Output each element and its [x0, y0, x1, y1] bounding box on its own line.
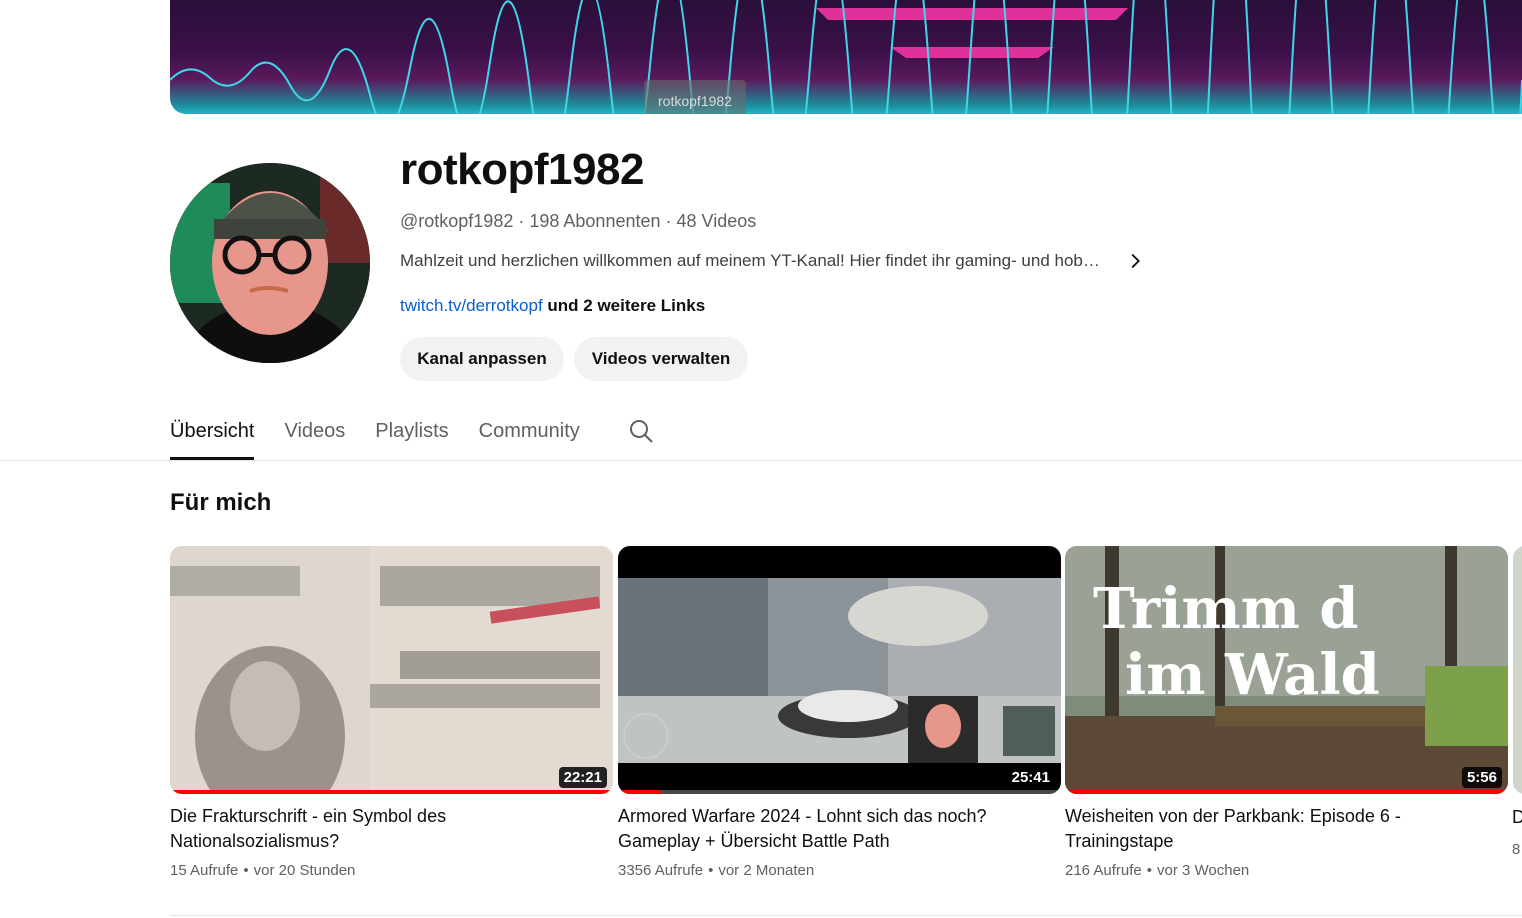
- video-thumbnail[interactable]: 22:21: [170, 546, 613, 794]
- video-views: 15 Aufrufe: [170, 862, 239, 879]
- channel-links: twitch.tv/derrotkopf und 2 weitere Links: [400, 296, 705, 316]
- tabs-divider: [0, 460, 1522, 461]
- section-title: Für mich: [170, 489, 272, 516]
- meta-dot: •: [1146, 862, 1152, 879]
- channel-banner: rotkopf1982: [170, 0, 1522, 114]
- watch-progress-fill: [618, 790, 663, 794]
- video-card[interactable]: 22:21 Die Frakturschrift - ein Symbol de…: [170, 546, 613, 879]
- video-views: 3356 Aufrufe: [618, 862, 704, 879]
- tab-playlists[interactable]: Playlists: [375, 412, 448, 460]
- banner-tooltip: rotkopf1982: [644, 80, 746, 114]
- thumbnail-image: [618, 546, 1061, 794]
- video-duration: 25:41: [1006, 767, 1055, 788]
- thumbnail-image: Trimm d im Wald: [1065, 546, 1508, 794]
- channel-avatar[interactable]: [170, 163, 370, 363]
- channel-meta: @rotkopf1982 · 198 Abonnenten · 48 Video…: [400, 211, 756, 232]
- customize-channel-button[interactable]: Kanal anpassen: [400, 337, 564, 381]
- next-video-meta-peek: 8: [1512, 841, 1521, 858]
- thumbnail-text: Trimm d: [1093, 576, 1359, 642]
- banner-artwork: [170, 0, 1522, 114]
- channel-tabs: Übersicht Videos Playlists Community: [170, 412, 610, 460]
- video-age: vor 20 Stunden: [253, 862, 356, 879]
- video-duration: 5:56: [1461, 767, 1502, 788]
- video-views: 216 Aufrufe: [1065, 862, 1142, 879]
- manage-videos-button[interactable]: Videos verwalten: [574, 337, 748, 381]
- section-divider: [170, 915, 1522, 916]
- video-count: 48 Videos: [676, 211, 757, 231]
- tab-community[interactable]: Community: [479, 412, 580, 460]
- video-thumbnail[interactable]: Trimm d im Wald 5:56: [1065, 546, 1508, 794]
- next-video-title-peek[interactable]: D: [1512, 807, 1522, 828]
- watch-progress: [618, 790, 1061, 794]
- video-duration: 22:21: [558, 767, 607, 788]
- video-age: vor 3 Wochen: [1157, 862, 1250, 879]
- video-title[interactable]: Die Frakturschrift - ein Symbol des Nati…: [170, 804, 590, 854]
- next-video-thumbnail-peek[interactable]: [1513, 546, 1522, 794]
- meta-separator: ·: [665, 211, 677, 231]
- video-card[interactable]: 25:41 Armored Warfare 2024 - Lohnt sich …: [618, 546, 1061, 879]
- thumbnail-image: [170, 546, 613, 794]
- meta-dot: •: [708, 862, 714, 879]
- search-icon[interactable]: [628, 418, 654, 444]
- subscriber-count: 198 Abonnenten: [529, 211, 661, 231]
- tab-videos[interactable]: Videos: [284, 412, 345, 460]
- watch-progress-fill: [170, 790, 613, 794]
- channel-link[interactable]: twitch.tv/derrotkopf: [400, 296, 543, 315]
- video-title[interactable]: Armored Warfare 2024 - Lohnt sich das no…: [618, 804, 1038, 854]
- video-card[interactable]: Trimm d im Wald 5:56 Weisheiten von der …: [1065, 546, 1508, 879]
- avatar-image: [170, 163, 370, 363]
- channel-description[interactable]: Mahlzeit und herzlichen willkommen auf m…: [400, 251, 1100, 271]
- video-age: vor 2 Monaten: [718, 862, 815, 879]
- video-thumbnail[interactable]: 25:41: [618, 546, 1061, 794]
- channel-name: rotkopf1982: [400, 145, 644, 194]
- channel-handle: @rotkopf1982: [400, 211, 514, 231]
- video-meta: 216 Aufrufe • vor 3 Wochen: [1065, 862, 1508, 879]
- video-title[interactable]: Weisheiten von der Parkbank: Episode 6 -…: [1065, 804, 1485, 854]
- tab-overview[interactable]: Übersicht: [170, 412, 255, 460]
- watch-progress-fill: [1065, 790, 1508, 794]
- video-meta: 15 Aufrufe • vor 20 Stunden: [170, 862, 613, 879]
- watch-progress: [1065, 790, 1508, 794]
- more-links[interactable]: und 2 weitere Links: [547, 296, 705, 315]
- chevron-right-icon[interactable]: [1124, 250, 1146, 272]
- meta-dot: •: [243, 862, 249, 879]
- video-meta: 3356 Aufrufe • vor 2 Monaten: [618, 862, 1061, 879]
- meta-separator: ·: [518, 211, 530, 231]
- watch-progress: [170, 790, 613, 794]
- thumbnail-text: im Wald: [1125, 642, 1380, 708]
